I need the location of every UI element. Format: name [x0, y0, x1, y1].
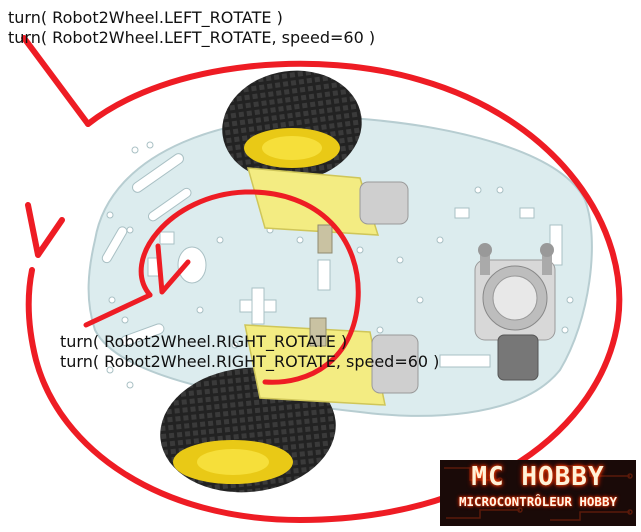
left-rotate-label: turn( Robot2Wheel.LEFT_ROTATE )	[8, 8, 283, 27]
right-rotate-speed-label: turn( Robot2Wheel.RIGHT_ROTATE, speed=60…	[60, 352, 440, 371]
left-rotate-speed-label: turn( Robot2Wheel.LEFT_ROTATE, speed=60 …	[8, 28, 376, 47]
logo-subtitle: MICROCONTRÔLEUR HOBBY	[458, 494, 618, 509]
robot-illustration	[21, 35, 623, 524]
right-rotate-label: turn( Robot2Wheel.RIGHT_ROTATE )	[60, 332, 348, 351]
logo-title: MC HOBBY	[471, 462, 605, 492]
mc-hobby-logo: MC HOBBY MICROCONTRÔLEUR HOBBY	[440, 460, 636, 526]
